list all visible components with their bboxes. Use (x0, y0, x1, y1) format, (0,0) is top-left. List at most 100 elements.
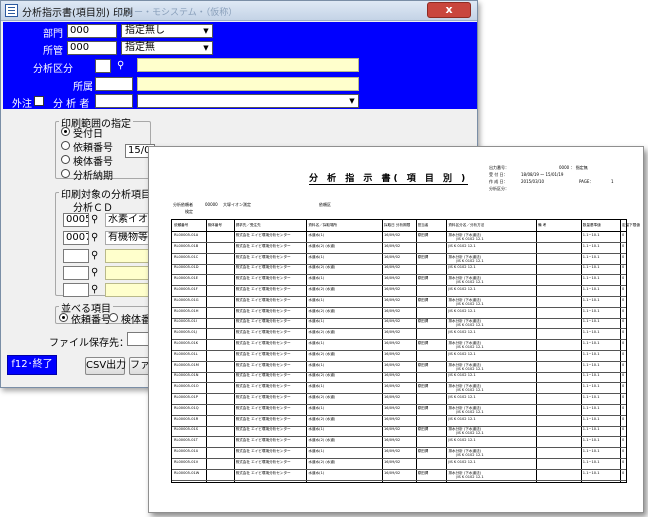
chevron-down-icon: ▼ (349, 97, 355, 105)
radio-sample-number[interactable] (61, 155, 70, 164)
analyst-code-field[interactable] (95, 94, 133, 108)
col-limit-cell: 0 (622, 438, 625, 443)
table-row: RL00005-01I 株式会社 エイビ環境分析センター 水道水(1) 16/09/0… (172, 318, 626, 330)
col-client-cell: 株式会社 エイビ環境分析センター (235, 287, 291, 291)
col-request-number-cell: RL00005-01P (174, 395, 198, 399)
analyst-select[interactable]: ▼ (137, 94, 359, 108)
col-limit-cell: 0 (622, 395, 625, 399)
binoculars-icon[interactable]: ⚲ (91, 214, 98, 226)
affiliation-name-field[interactable] (137, 77, 359, 91)
window-title-ghost: ニュー・モシステム・（仮称） (116, 8, 238, 18)
radio-sort-request-label: 依頼番号 (71, 315, 111, 326)
col-client-cell: 株式会社 エイビ環境分析センター (235, 459, 291, 464)
header-label-receipt: 受 付 日： (489, 172, 508, 177)
table-row: RL00005-01C 株式会社 エイビ環境分析センター 水道水(1) 16/09/0… (172, 254, 626, 265)
jurisdiction-select[interactable]: 指定無 ▼ (121, 41, 213, 55)
item-code-field-3[interactable] (63, 249, 89, 263)
col-client-cell: 株式会社 エイビ環境分析センター (235, 449, 291, 453)
col-sample-name-cell: 水道水(2) (水道) (308, 373, 336, 378)
header-label-output: 出力番号： (489, 165, 509, 170)
dept-code-field[interactable]: 000 (67, 24, 117, 38)
binoculars-icon[interactable]: ⚲ (91, 232, 98, 244)
radio-request-number[interactable] (61, 141, 70, 150)
col-request-number-cell: RL00005-01U (174, 449, 199, 453)
col-method-detail-cell: JIS K 0102 12.1 (456, 280, 484, 285)
col-sample-number-header: 検体番号 (207, 223, 222, 227)
col-method-detail-cell: JIS K 0102 12.1 (456, 323, 484, 328)
binoculars-icon[interactable]: ⚲ (117, 60, 124, 72)
col-method-detail-cell: JIS K 0102 12.1 (456, 237, 484, 241)
radio-sort-sample[interactable] (109, 313, 118, 322)
analysis-class-name-field[interactable] (137, 58, 359, 72)
col-date-cell: 16/09/02 (384, 449, 401, 453)
col-method-detail-cell: JIS K 0102 12.1 (456, 431, 484, 436)
col-method-detail-cell: JIS K 0102 12.1 (456, 258, 484, 263)
table-row: RL00005-01O 株式会社 エイビ環境分析センター 水道水(1) 16/09/0… (172, 383, 626, 395)
col-quantity-cell: 1.1~10.1 (582, 459, 600, 464)
col-method-cell: JIS K 0102 12.1 (448, 416, 476, 421)
item-code-field-2[interactable]: 0007 (63, 231, 89, 245)
col-request-number-cell: RL00005-01J (174, 330, 197, 335)
report-title: 分 析 指 示 書( 項 目 別 ) (309, 171, 469, 185)
binoculars-icon[interactable]: ⚲ (91, 267, 98, 279)
csv-export-button[interactable]: CSV出力 (85, 357, 126, 375)
table-row: RL00005-01R 株式会社 エイビ環境分析センター 水道水(2) (水道) 16… (172, 416, 626, 427)
jurisdiction-code-field[interactable]: 000 (67, 41, 117, 55)
report-table-header: 依頼番号 検体番号 請求先／受注先 資料名／採取場所 採取日 分析期限 担当者 資料区分名／… (172, 220, 640, 232)
report-preview: 分 析 指 示 書( 項 目 別 ) 出力番号： 0000 ： 指定無 受 付 … (148, 146, 644, 513)
exit-button[interactable]: f12･終了 (7, 355, 57, 375)
analysis-class-code-field[interactable] (95, 59, 111, 73)
col-quantity-cell: 1.1~10.1 (582, 330, 600, 335)
radio-sample-number-label: 検体番号 (73, 157, 113, 168)
col-method-detail-cell: JIS K 0102 12.1 (456, 345, 484, 349)
col-quantity-cell: 1.1~10.1 (582, 254, 600, 259)
col-sample-name-cell: 水道水(1) (308, 341, 325, 345)
col-method-cell: JIS K 0102 12.1 (448, 459, 476, 464)
header-value-output: 0000 ： 指定無 (559, 165, 588, 170)
col-staff-cell: 原田潤 (417, 384, 429, 389)
item-code-field-4[interactable] (63, 266, 89, 280)
table-row: RL00005-01W 株式会社 エイビ環境分析センター 水道水(1) 16/09/0… (172, 470, 626, 481)
col-method-cell: JIS K 0102 12.1 (448, 351, 476, 356)
col-client-cell: 株式会社 エイビ環境分析センター (235, 438, 291, 443)
radio-receipt-date[interactable] (61, 127, 70, 136)
radio-sort-request[interactable] (59, 313, 68, 322)
external-checkbox[interactable] (34, 96, 44, 106)
dept-select[interactable]: 指定無し ▼ (121, 24, 213, 38)
col-limit-cell: 0 (622, 362, 625, 367)
col-sample-name-cell: 水道水(2) (水道) (308, 243, 336, 248)
col-method-detail-cell: JIS K 0102 12.1 (456, 366, 484, 371)
col-quantity-cell: 1.1~10.1 (582, 438, 600, 443)
col-limit-cell: 0 (622, 319, 625, 324)
analyst-line-name: 大塚イオン測定 (223, 202, 251, 207)
col-limit-cell: 0 (622, 308, 625, 313)
col-staff-cell: 原田潤 (417, 470, 429, 475)
col-client-cell: 株式会社 エイビ環境分析センター (235, 233, 291, 237)
affiliation-code-field[interactable] (95, 77, 133, 91)
item-code-field-5[interactable] (63, 283, 89, 297)
col-quantity-cell: 1.1~10.1 (582, 470, 600, 475)
col-limit-cell: 0 (622, 297, 625, 302)
col-sample-name-cell: 水道水(1) (308, 470, 325, 475)
binoculars-icon[interactable]: ⚲ (91, 250, 98, 262)
col-sample-name-cell: 水道水(1) (308, 427, 325, 432)
analysis-class-label: 分析区分 (33, 64, 73, 75)
col-method-cell: JIS K 0102 12.1 (448, 395, 476, 399)
col-client-cell: 株式会社 エイビ環境分析センター (235, 384, 291, 389)
radio-analysis-deadline-label: 分析納期 (73, 171, 113, 182)
col-date-cell: 16/09/02 (384, 351, 401, 356)
col-request-number-cell: RL00005-01I (174, 319, 197, 324)
col-limit-cell: 0 (622, 416, 625, 421)
item-code-field-1[interactable]: 0005 (63, 213, 89, 227)
col-date-cell: 16/09/02 (384, 233, 401, 237)
col-sample-name-cell: 水道水(1) (308, 254, 325, 259)
close-button[interactable]: x (427, 2, 471, 18)
col-quantity-cell: 1.1~10.1 (582, 373, 600, 378)
col-method-detail-cell: JIS K 0102 12.1 (456, 409, 484, 414)
binoculars-icon[interactable]: ⚲ (91, 284, 98, 296)
col-request-number-cell: RL00005-01L (174, 351, 198, 356)
table-row: RL00005-01T 株式会社 エイビ環境分析センター 水道水(2) (水道) 16… (172, 437, 626, 449)
col-method-cell: JIS K 0102 12.1 (448, 438, 476, 443)
radio-analysis-deadline[interactable] (61, 169, 70, 178)
filter-panel: 部門 000 指定無し ▼ 所管 000 指定無 ▼ 分析区分 ⚲ 所属 外注 … (3, 22, 477, 110)
